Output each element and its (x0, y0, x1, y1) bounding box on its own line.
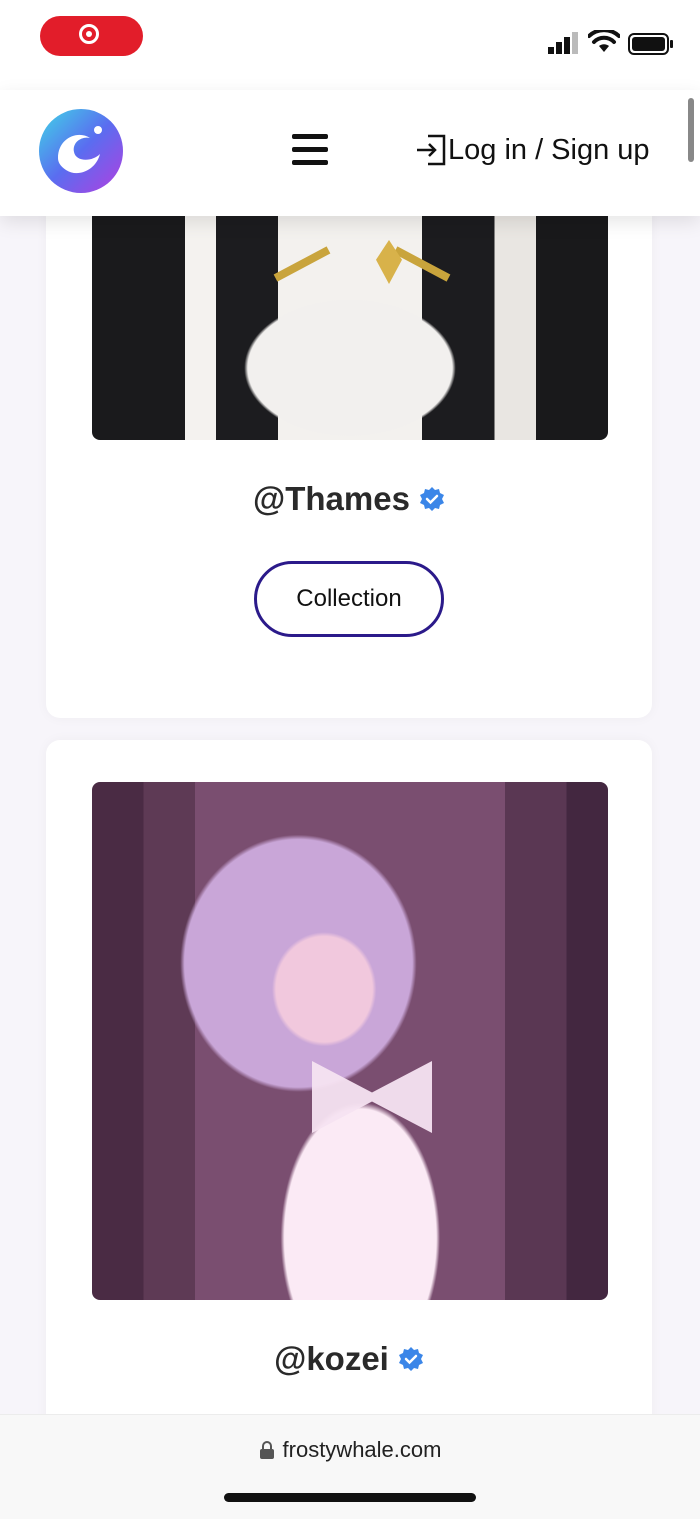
wifi-icon (588, 30, 620, 52)
battery-icon (628, 33, 673, 55)
login-signup-link[interactable]: Log in / Sign up (414, 130, 650, 170)
creator-handle[interactable]: @kozei (46, 1340, 652, 1378)
lock-icon (259, 1441, 274, 1459)
cellular-signal-icon (548, 32, 578, 54)
verified-badge-icon (419, 487, 444, 511)
creator-handle[interactable]: @Thames (46, 480, 652, 518)
collection-button[interactable]: Collection (254, 561, 444, 637)
browser-address-bar[interactable]: frostywhale.com (0, 1414, 700, 1519)
url-text: frostywhale.com (282, 1437, 442, 1462)
creator-card: @kozei (46, 740, 652, 1440)
sign-in-icon (417, 134, 446, 166)
url-display[interactable]: frostywhale.com (0, 1437, 700, 1463)
site-logo[interactable] (38, 108, 124, 194)
scrollbar[interactable] (688, 98, 694, 162)
hamburger-menu-icon[interactable] (292, 134, 328, 166)
creator-photo[interactable] (92, 782, 608, 1300)
status-bar (0, 0, 700, 90)
creator-card: @Thames Collection (46, 160, 652, 718)
verified-badge-icon (398, 1347, 423, 1371)
login-signup-label: Log in / Sign up (448, 133, 650, 166)
creator-photo[interactable] (92, 200, 608, 440)
site-header: Log in / Sign up (0, 90, 700, 216)
home-indicator[interactable] (224, 1493, 476, 1502)
screen-record-icon (79, 24, 99, 44)
